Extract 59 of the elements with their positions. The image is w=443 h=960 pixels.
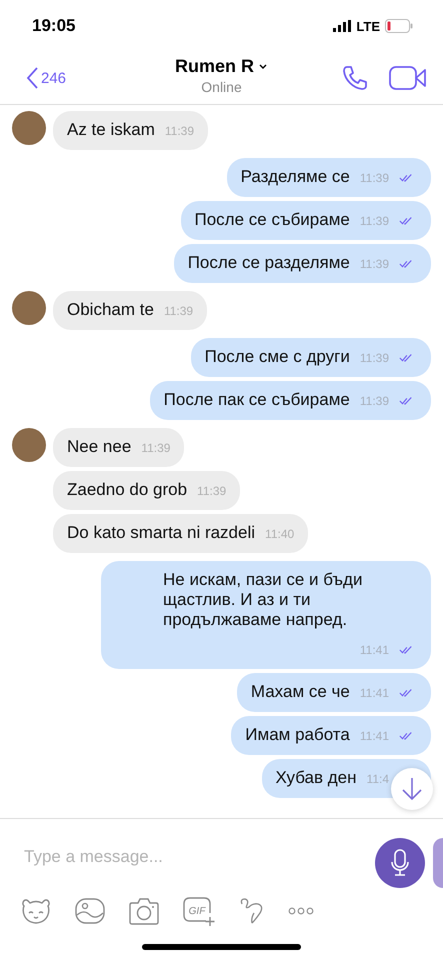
camera-icon[interactable] (128, 896, 160, 926)
message-text: После пак се събираме (164, 390, 350, 410)
message-text: Не искам, пази се и бъди щастлив. И аз и ти продължаваме напред. (163, 570, 364, 630)
contact-status: Online (201, 79, 242, 95)
microphone-icon (390, 849, 410, 877)
message-text: Do kato smarta ni razdeli (67, 523, 256, 543)
message-text: Obicham te (67, 300, 154, 320)
avatar-photo-placeholder[interactable] (12, 291, 46, 325)
more-icon[interactable] (288, 907, 314, 915)
network-label: LTE (356, 18, 380, 34)
message-text: Имам работа (245, 725, 350, 745)
message-text: Махам се че (250, 682, 350, 702)
message-time: 11:39 (164, 303, 194, 320)
status-time: 19:05 (32, 16, 76, 36)
message-time: 11:39 (197, 483, 226, 500)
message-text: После се разделяме (188, 253, 350, 273)
message-time: 11:39 (141, 440, 170, 457)
message-time: 11:40 (265, 526, 294, 543)
scroll-down-button[interactable] (391, 768, 433, 810)
message-text: Zaedno do grob (67, 480, 188, 500)
message-text: Nee nee (67, 437, 132, 457)
message-time: 11:4 (366, 771, 389, 788)
double-check-icon (399, 173, 413, 183)
message-time: 11:39 (360, 170, 389, 187)
back-button[interactable]: 246 (26, 66, 66, 90)
message-text: После се събираме (194, 210, 350, 230)
message-time: 11:41 (360, 685, 389, 702)
video-camera-icon[interactable] (389, 64, 427, 92)
double-check-icon (399, 645, 413, 655)
signal-icon (333, 20, 354, 32)
message-time: 11:39 (360, 256, 389, 273)
message-time: 11:39 (360, 393, 389, 410)
message-time: 11:39 (164, 123, 194, 140)
double-check-icon (399, 396, 413, 406)
contact-name-button[interactable]: Rumen R (174, 56, 268, 77)
double-check-icon (399, 259, 413, 269)
message-time: 11:41 (360, 728, 389, 745)
chevron-left-icon (26, 66, 38, 90)
double-check-icon (399, 731, 413, 741)
double-check-icon (399, 688, 413, 698)
double-check-icon (399, 216, 413, 226)
message-time: 11:41 (360, 642, 389, 659)
side-button[interactable] (433, 838, 443, 888)
double-check-icon (399, 353, 413, 363)
message-text: Az te iskam (67, 120, 155, 140)
arrow-down-icon (401, 776, 423, 802)
microphone-button[interactable] (375, 838, 425, 888)
message-input[interactable]: Type a message... (22, 846, 365, 868)
phone-icon[interactable] (341, 64, 369, 92)
message-text: Хубав ден (276, 768, 357, 788)
chevron-down-icon (258, 62, 268, 70)
message-text: Разделяме се (240, 167, 350, 187)
message-time: 11:39 (360, 350, 389, 367)
message-time: 11:39 (360, 213, 389, 230)
avatar-photo-placeholder[interactable] (12, 428, 46, 462)
message-text: После сме с други (204, 347, 350, 367)
battery-icon (385, 19, 413, 33)
image-icon[interactable] (74, 896, 106, 926)
avatar-photo-placeholder[interactable] (12, 111, 46, 145)
